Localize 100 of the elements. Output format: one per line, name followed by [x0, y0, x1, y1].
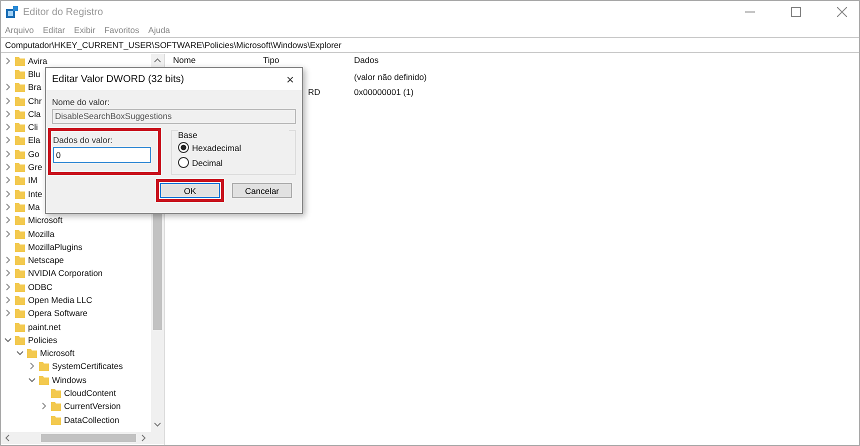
tree-item[interactable]: Ela [28, 135, 40, 146]
tree-item[interactable]: Bra [28, 82, 42, 92]
chevron-right-icon[interactable] [28, 362, 36, 370]
tree-item[interactable]: Ma [28, 202, 40, 212]
tree-item[interactable]: Go [28, 148, 40, 159]
folder-icon [15, 268, 25, 278]
folder-icon [39, 374, 49, 385]
tree-item[interactable]: Netscape [28, 255, 64, 266]
tree-item[interactable]: Opera Software [28, 308, 88, 318]
close-button[interactable]: × [286, 72, 294, 86]
folder-icon [51, 414, 61, 425]
tree-item[interactable]: Cli [28, 122, 38, 132]
chevron-down-icon[interactable] [28, 376, 36, 384]
chevron-right-icon[interactable] [4, 123, 12, 132]
folder-icon [15, 294, 25, 305]
chevron-right-icon[interactable] [4, 256, 12, 264]
folder-icon [51, 401, 61, 412]
chevron-down-icon[interactable] [4, 336, 12, 344]
radio-label[interactable]: Decimal [192, 158, 223, 168]
menu-item[interactable]: Arquivo [5, 25, 34, 35]
chevron-right-icon[interactable] [4, 176, 12, 184]
tree-item[interactable]: DataCollection [64, 414, 120, 425]
close-icon[interactable] [837, 7, 847, 17]
chevron-right-icon[interactable] [4, 56, 12, 65]
tree-item[interactable]: IM [28, 175, 38, 186]
radio-icon[interactable] [178, 157, 189, 168]
tree-item[interactable]: Open Media LLC [28, 294, 92, 305]
tree-item[interactable]: Avira [28, 56, 48, 66]
chevron-right-icon[interactable] [4, 163, 12, 172]
folder-icon [15, 228, 25, 238]
chevron-right-icon[interactable] [4, 282, 12, 291]
menu-item[interactable]: Editar [42, 25, 66, 35]
folder-icon [15, 334, 25, 345]
tree-item[interactable]: Chr [28, 96, 42, 106]
folder-icon [15, 322, 25, 332]
tree-item[interactable]: NVIDIA Corporation [28, 268, 103, 278]
tree-item[interactable]: Inte [28, 188, 42, 199]
chevron-right-icon[interactable] [4, 110, 12, 118]
tree-item[interactable]: Cla [28, 108, 41, 119]
folder-icon [15, 215, 25, 226]
tree-item[interactable]: Windows [52, 374, 86, 385]
radio-label[interactable]: Hexadecimal [192, 142, 242, 152]
folder-icon [15, 56, 25, 66]
horizontal-scrollbar[interactable] [1, 432, 164, 444]
chevron-right-icon[interactable] [4, 96, 12, 105]
folder-icon [15, 282, 25, 292]
chevron-right-icon[interactable] [4, 83, 12, 92]
group-label: Base [178, 130, 289, 140]
folder-icon [15, 202, 25, 212]
folder-icon [15, 82, 25, 92]
tree-item[interactable]: SystemCertificates [52, 361, 123, 372]
folder-icon [15, 308, 25, 318]
tree-item[interactable]: Mozilla [28, 228, 54, 238]
chevron-down-icon[interactable] [16, 349, 24, 358]
radio-selected-icon[interactable] [178, 142, 189, 153]
tree-item[interactable]: Blu [28, 68, 40, 79]
cancel-button[interactable]: Cancelar [232, 183, 292, 198]
menu-item[interactable]: Ajuda [148, 25, 170, 35]
address-field[interactable]: Computador\HKEY_CURRENT_USER\SOFTWARE\Policies\Microsoft\Windows\Explorer [1, 37, 859, 53]
chevron-right-icon[interactable] [4, 216, 12, 224]
chevron-right-icon[interactable] [4, 190, 12, 198]
field-value: 0 [56, 150, 61, 160]
tree-item[interactable]: ODBC [28, 282, 53, 292]
folder-icon [51, 388, 61, 398]
tree-item[interactable]: CloudContent [64, 388, 116, 398]
table-cell-text: RD [307, 86, 322, 96]
table-cell: (valor não definido) [354, 72, 427, 82]
folder-icon [15, 175, 25, 186]
folder-icon [15, 148, 25, 159]
folder-icon [15, 188, 25, 199]
tree-item[interactable]: Microsoft [28, 215, 62, 226]
folder-icon [15, 122, 25, 132]
tree-item[interactable]: Microsoft [40, 348, 74, 358]
chevron-right-icon[interactable] [4, 296, 12, 304]
chevron-right-icon[interactable] [4, 136, 12, 144]
chevron-right-icon[interactable] [4, 202, 12, 211]
tree-item[interactable]: CurrentVersion [64, 401, 121, 412]
maximize-icon[interactable] [791, 7, 801, 17]
input-field: DisableSearchBoxSuggestions [52, 109, 296, 124]
folder-icon [39, 361, 49, 372]
column-header[interactable]: Dados [354, 55, 379, 65]
tree-item[interactable]: paint.net [28, 322, 61, 332]
chevron-right-icon[interactable] [4, 230, 12, 238]
folder-icon [15, 242, 25, 252]
ok-button[interactable]: OK [160, 183, 220, 198]
field-label: Dados do valor: [53, 135, 114, 145]
chevron-right-icon[interactable] [4, 150, 12, 158]
tree-item[interactable]: MozillaPlugins [28, 242, 82, 252]
column-header[interactable]: Nome [173, 55, 263, 65]
menu-item[interactable]: Exibir [74, 25, 96, 35]
chevron-right-icon[interactable] [4, 309, 12, 318]
chevron-right-icon[interactable] [40, 402, 48, 410]
tree-item[interactable]: Policies [28, 334, 58, 345]
table-cell: 0x00000001 (1) [354, 86, 414, 96]
chevron-right-icon[interactable] [4, 269, 12, 278]
input-field[interactable]: 0 [53, 147, 151, 163]
tree-item[interactable]: Gre [28, 162, 42, 172]
column-header[interactable]: Tipo [263, 55, 354, 65]
folder-icon [15, 255, 25, 266]
menu-item[interactable]: Favoritos [104, 25, 140, 35]
